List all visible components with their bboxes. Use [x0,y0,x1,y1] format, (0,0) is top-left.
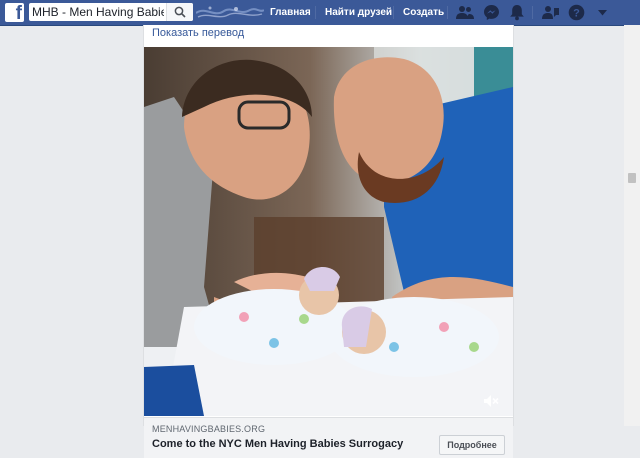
search-button[interactable] [166,3,193,21]
search-box [29,3,193,21]
nav-separator [315,6,316,19]
facebook-logo[interactable]: f [5,3,24,24]
nav-separator [532,6,533,19]
nav-create[interactable]: Создать [403,7,444,18]
help-icon[interactable]: ? [568,4,585,21]
search-input[interactable] [32,4,164,19]
svg-text:?: ? [573,8,580,20]
post-video[interactable] [144,47,513,416]
dropdown-icon[interactable] [598,10,607,16]
link-title[interactable]: Come to the NYC Men Having Babies Surrog… [152,438,403,450]
nav-separator [393,6,394,19]
post-photo-illustration [144,47,513,416]
quick-help-icon[interactable] [542,4,560,21]
show-translation-link[interactable]: Показать перевод [152,27,244,39]
page-scrollbar[interactable] [624,25,640,426]
nav-find-friends[interactable]: Найти друзей [325,7,392,18]
mute-icon[interactable] [483,394,499,408]
learn-more-button[interactable]: Подробнее [439,435,505,455]
link-preview[interactable]: MENHAVINGBABIES.ORG Come to the NYC Men … [144,417,513,458]
friend-requests-icon[interactable] [456,4,474,21]
nav-separator [447,6,448,19]
search-icon [174,6,186,18]
decorative-banner [196,4,264,21]
post-card: Показать перевод MENHAVINGBABIES.ORG Com… [143,25,514,458]
nav-home[interactable]: Главная [270,7,311,18]
notifications-icon[interactable] [509,4,525,21]
messenger-icon[interactable] [483,4,500,21]
scroll-thumb[interactable] [628,173,636,183]
top-navigation-bar: f Главная Найти друзей Создать [0,0,640,26]
facebook-logo-letter: f [15,3,22,24]
